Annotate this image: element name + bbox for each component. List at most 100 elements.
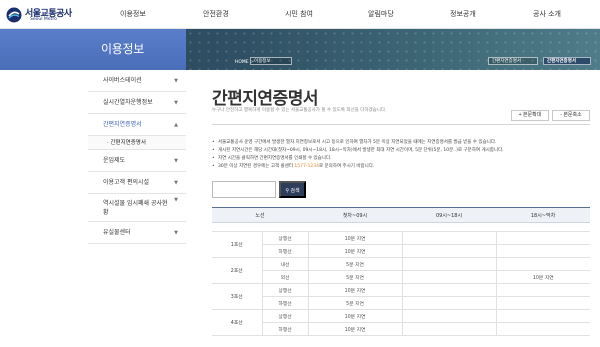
column-header-daytime: 09시~18시 xyxy=(402,207,497,223)
info-text: 로 문의하여 주시기 바랍니다. xyxy=(318,164,375,169)
table-row: 3호선 상행선 10분 지연 xyxy=(212,283,591,310)
delay-cell xyxy=(401,322,497,336)
line-name: 2호선 xyxy=(212,257,262,284)
chevron-down-icon: ▼ xyxy=(174,100,178,106)
delay-cell[interactable]: 10분 지연 xyxy=(307,283,403,297)
direction: 하행선 xyxy=(261,322,309,336)
seoul-metro-logo-icon xyxy=(6,7,22,23)
delay-cell[interactable]: 5분 지연 xyxy=(307,296,403,310)
delay-cell xyxy=(495,322,591,336)
section-title: 이용정보 xyxy=(101,42,144,56)
sidebar-item-label: 역시설물 임시폐쇄 공사현황 xyxy=(103,200,168,216)
line-name: 3호선 xyxy=(212,283,262,310)
gnb-item-participation[interactable]: 시민 참여 xyxy=(285,0,313,29)
delay-cell xyxy=(401,244,497,258)
delay-cell[interactable]: 10분 지연 xyxy=(495,270,591,284)
table-row: 하행선 10분 지연 xyxy=(212,322,591,336)
chevron-down-icon: ▼ xyxy=(174,158,178,164)
delay-cell[interactable]: 10분 지연 xyxy=(307,244,403,258)
direction: 상행선 xyxy=(261,309,309,323)
delay-cell xyxy=(495,257,591,271)
search-input[interactable] xyxy=(212,181,276,198)
chevron-up-icon: ▲ xyxy=(174,122,178,128)
gnb-item-usage[interactable]: 이용정보 xyxy=(120,0,146,29)
delay-cell[interactable]: 5분 지연 xyxy=(307,257,403,271)
sidebar-subitem-delay-certificate[interactable]: · 간편지연증명서 xyxy=(88,136,186,150)
divider xyxy=(212,124,590,125)
gnb-item-notice[interactable]: 알림마당 xyxy=(368,0,394,29)
direction: 하행선 xyxy=(261,296,309,310)
sidebar-item-label: 유실물센터 xyxy=(103,229,131,236)
chevron-down-icon: ▼ xyxy=(174,197,178,203)
delay-cell xyxy=(495,283,591,297)
left-sidebar: 사이버스테이션 ▼ 실시간열차운행정보 ▼ 간편지연증명서 ▲ · 간편지연증명… xyxy=(88,70,186,244)
sidebar-item-delay-certificate[interactable]: 간편지연증명서 ▲ xyxy=(88,114,186,136)
zoom-out-button[interactable]: - 본문축소 xyxy=(552,110,590,121)
gnb-item-about[interactable]: 공사 소개 xyxy=(533,0,561,29)
direction: 하행선 xyxy=(261,244,309,258)
delay-cell xyxy=(495,309,591,323)
line-name: 4호선 xyxy=(212,309,262,336)
sidebar-item-label: 운임제도 xyxy=(103,157,126,164)
gnb-item-safety[interactable]: 안전환경 xyxy=(203,0,229,29)
table-header-row: 노선 첫차~09시 09시~18시 18시~막차 xyxy=(212,207,591,223)
breadcrumb-select-depth1[interactable]: 이용정보 xyxy=(250,57,292,65)
info-item: 서울교통공사 운영 구간에서 발생한 열차 지연정보로서 시고 등으로 인하여 … xyxy=(212,139,590,147)
direction: 상행선 xyxy=(261,283,309,297)
sidebar-item-label: 실시간열차운행정보 xyxy=(103,99,153,106)
sidebar-item-label: 간편지연증명서 xyxy=(103,121,142,128)
delay-cell xyxy=(401,309,497,323)
sidebar-item-label: 사이버스테이션 xyxy=(103,77,142,84)
column-header-morning: 첫차~09시 xyxy=(308,207,403,223)
page-description: 누구나 안전하고 행복하게 이용할 수 있는 서울교통공사가 될 수 있도록 최… xyxy=(212,108,387,113)
sidebar-item-label: 이용고객 편의시설 xyxy=(103,179,150,186)
table-row: 하행선 5분 지연 xyxy=(212,296,591,310)
table-row: 외선 5분 지연 10분 지연 xyxy=(212,270,591,284)
table-row: 4호선 상행선 10분 지연 xyxy=(212,309,591,336)
search-button[interactable]: ⚲ 검색 xyxy=(279,181,306,198)
seoul-metro-logo[interactable]: 서울교통공사 Seoul Metro xyxy=(6,6,86,24)
table-row: 하행선 10분 지연 xyxy=(212,244,591,258)
sidebar-item-facilities[interactable]: 이용고객 편의시설 ▼ xyxy=(88,172,186,194)
table-row: 2호선 내선 5분 지연 xyxy=(212,257,591,284)
page-title: 간편지연증명서 xyxy=(212,89,318,109)
info-list: 서울교통공사 운영 구간에서 발생한 열차 지연정보로서 시고 등으로 인하여 … xyxy=(212,139,590,171)
delay-cell[interactable]: 10분 지연 xyxy=(307,309,403,323)
search-icon: ⚲ xyxy=(285,188,290,194)
delay-cell xyxy=(401,283,497,297)
table-row: 1호선 상행선 10분 지연 xyxy=(212,231,591,258)
delay-cell[interactable]: 5분 지연 xyxy=(307,270,403,284)
sidebar-item-cyberstation[interactable]: 사이버스테이션 ▼ xyxy=(88,70,186,92)
column-header-line: 노선 xyxy=(212,207,309,223)
delay-cell xyxy=(401,257,497,271)
breadcrumb-select-depth3[interactable]: 간편지연증명서 xyxy=(543,57,591,65)
chevron-down-icon: ▼ xyxy=(174,78,178,84)
sidebar-item-closure[interactable]: 역시설물 임시폐쇄 공사현황 ▼ xyxy=(88,194,186,222)
line-name: 1호선 xyxy=(212,231,262,258)
column-header-evening: 18시~막차 xyxy=(496,207,591,223)
direction: 내선 xyxy=(261,257,309,271)
delay-cell[interactable]: 10분 지연 xyxy=(307,322,403,336)
sidebar-item-realtime[interactable]: 실시간열차운행정보 ▼ xyxy=(88,92,186,114)
sidebar-item-lost-found[interactable]: 유실물센터 ▼ xyxy=(88,222,186,244)
chevron-down-icon: ▼ xyxy=(174,180,178,186)
banner-side-panel: 이용정보 xyxy=(0,29,186,70)
sidebar-item-fare[interactable]: 운임제도 ▼ xyxy=(88,150,186,172)
delay-cell xyxy=(401,270,497,284)
info-text: 30분 이상 지연된 경우에는 고객 콜센터 xyxy=(218,164,295,169)
delay-cell[interactable]: 10분 지연 xyxy=(307,231,403,245)
direction: 외선 xyxy=(261,270,309,284)
delay-cell xyxy=(495,244,591,258)
breadcrumb-select-depth2[interactable]: 간편지연증명서 xyxy=(488,57,538,65)
logo-subtext: Seoul Metro xyxy=(30,17,57,22)
info-item: 지연 시간을 클릭하면 간편지연증명서를 인쇄할 수 있습니다. xyxy=(212,155,590,163)
sidebar-subitem-label: 간편지연증명서 xyxy=(110,140,146,146)
zoom-in-button[interactable]: + 본문확대 xyxy=(511,110,549,121)
call-center-phone[interactable]: 1577-1234 xyxy=(294,164,319,169)
gnb-item-disclosure[interactable]: 정보공개 xyxy=(450,0,476,29)
chevron-down-icon: ▼ xyxy=(174,230,178,236)
site-header: 서울교통공사 Seoul Metro 이용정보 안전환경 시민 참여 알림마당 … xyxy=(0,0,600,29)
info-item: 30분 이상 지연된 경우에는 고객 콜센터 1577-1234로 문의하여 주… xyxy=(212,163,590,171)
direction: 상행선 xyxy=(261,231,309,245)
delay-cell xyxy=(495,296,591,310)
